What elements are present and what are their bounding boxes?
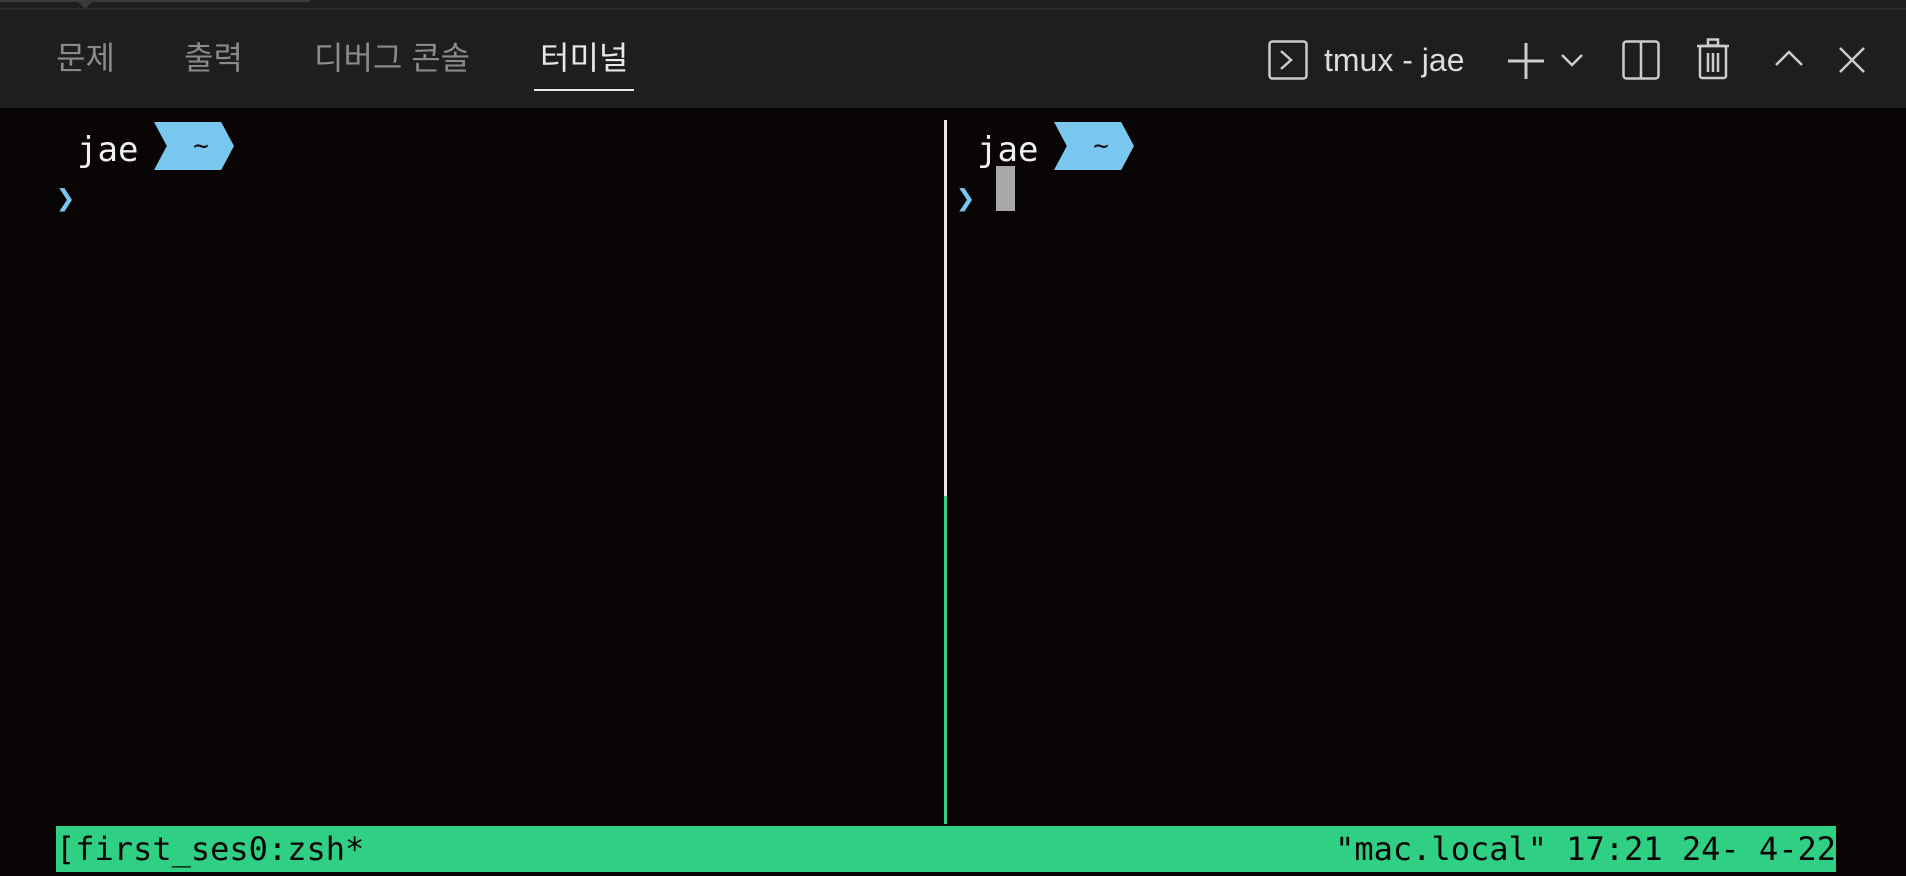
active-tab-indicator xyxy=(534,89,634,91)
tab-debug-console[interactable]: 디버그 콘솔 xyxy=(314,38,470,78)
prompt-user: jae xyxy=(77,130,139,170)
close-icon[interactable] xyxy=(1838,46,1866,74)
tmux-host-clock: "mac.local" 17:21 24- 4-22 xyxy=(1335,830,1836,868)
chevron-up-icon[interactable] xyxy=(1774,48,1804,68)
prompt-directory: ~ xyxy=(1093,131,1109,161)
chevron-down-icon[interactable] xyxy=(1560,52,1584,68)
tmux-status-bar: [first_ses0:zsh* "mac.local" 17:21 24- 4… xyxy=(56,826,1836,872)
tab-output[interactable]: 출력 xyxy=(184,38,243,78)
tab-terminal[interactable]: 터미널 xyxy=(540,38,628,78)
prompt-directory-badge: ~ xyxy=(154,122,234,170)
top-divider xyxy=(0,8,1906,10)
split-icon[interactable] xyxy=(1622,40,1660,80)
tab-notch-marker xyxy=(76,0,94,9)
tab-problems[interactable]: 문제 xyxy=(56,38,115,78)
prompt-arrow: ❯ xyxy=(56,179,76,217)
prompt-arrow: ❯ xyxy=(956,179,976,217)
panel-header: 문제 출력 디버그 콘솔 터미널 tmux - jae xyxy=(0,0,1906,108)
prompt-directory-badge: ~ xyxy=(1054,122,1134,170)
terminal-instance-title[interactable]: tmux - jae xyxy=(1324,40,1464,80)
terminal-pane-left[interactable]: jae ~ ❯ xyxy=(0,108,944,824)
terminal-icon[interactable] xyxy=(1268,40,1308,80)
trash-icon[interactable] xyxy=(1696,38,1730,80)
top-divider-highlight xyxy=(0,0,310,2)
terminal-pane-right[interactable]: jae ~ ❯ xyxy=(947,108,1906,824)
terminal-cursor xyxy=(996,166,1015,211)
plus-icon[interactable] xyxy=(1506,41,1546,81)
tmux-session-window: [first_ses0:zsh* xyxy=(56,830,365,868)
prompt-directory: ~ xyxy=(193,131,209,161)
